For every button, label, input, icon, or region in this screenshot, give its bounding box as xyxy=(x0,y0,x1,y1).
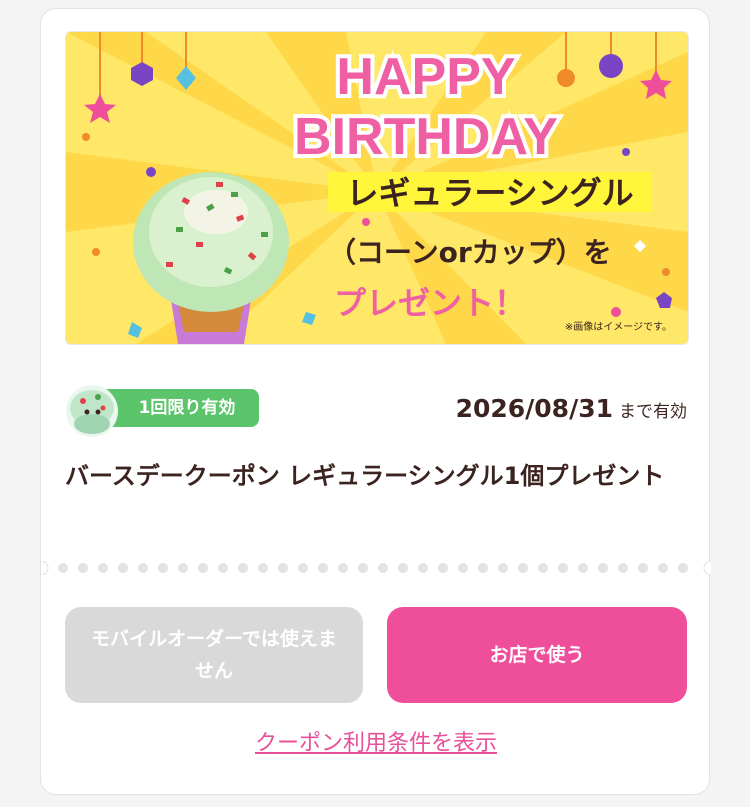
banner-note: ※画像はイメージです。 xyxy=(565,321,672,333)
perforation-dot xyxy=(358,563,368,573)
perforation-dot xyxy=(498,563,508,573)
perforation-divider xyxy=(41,561,711,575)
perforation-dot xyxy=(98,563,108,573)
perforation-dot xyxy=(218,563,228,573)
perforation-dot xyxy=(418,563,428,573)
perforation-dot xyxy=(478,563,488,573)
birthday-banner-image: HAPPY HAPPY BIRTHDAY BIRTHDAY レギュラーシングル … xyxy=(65,31,689,345)
perforation-dot xyxy=(78,563,88,573)
perforation-dot xyxy=(298,563,308,573)
coupon-meta-row: 1回限り有効 2026/08/31 まで有効 xyxy=(65,384,687,438)
perforation-dot xyxy=(318,563,328,573)
one-time-valid-badge: 1回限り有効 xyxy=(101,389,259,427)
banner-line-1: レギュラーシングル xyxy=(346,174,633,212)
perforation-dot xyxy=(398,563,408,573)
perforation-dot xyxy=(178,563,188,573)
expiry-info: 2026/08/31 まで有効 xyxy=(456,394,687,423)
perforation-dot xyxy=(458,563,468,573)
use-in-store-button[interactable]: お店で使う xyxy=(387,607,687,703)
banner-line-2: （コーンorカップ）を xyxy=(328,236,612,269)
mint-mascot-icon xyxy=(66,385,118,437)
perforation-dot xyxy=(678,563,688,573)
banner-headline-1-fill: HAPPY xyxy=(336,48,515,106)
perforation-dot xyxy=(598,563,608,573)
banner-headline-2-fill: BIRTHDAY xyxy=(294,108,558,166)
perforation-dot xyxy=(258,563,268,573)
coupon-title: バースデークーポン レギュラーシングル1個プレゼント xyxy=(65,462,665,490)
perforation-dot xyxy=(158,563,168,573)
banner-line-3: プレゼント！ xyxy=(334,284,526,322)
coupon-card: HAPPY HAPPY BIRTHDAY BIRTHDAY レギュラーシングル … xyxy=(40,8,711,795)
mobile-order-unavailable-button: モバイルオーダーでは使えません xyxy=(65,607,363,703)
perforation-dot xyxy=(438,563,448,573)
expiry-suffix: まで有効 xyxy=(619,402,687,422)
perforation-dot xyxy=(558,563,568,573)
perforation-dot xyxy=(578,563,588,573)
perforation-dot xyxy=(658,563,668,573)
perforation-dot xyxy=(138,563,148,573)
perforation-dot xyxy=(638,563,648,573)
perforation-dot xyxy=(538,563,548,573)
perforation-dot xyxy=(618,563,628,573)
expiry-date: 2026/08/31 xyxy=(455,394,613,423)
coupon-terms-link[interactable]: クーポン利用条件を表示 xyxy=(41,725,711,757)
perforation-dot xyxy=(118,563,128,573)
perforation-dot xyxy=(338,563,348,573)
perforation-dot xyxy=(58,563,68,573)
perforation-dot xyxy=(278,563,288,573)
perforation-dot xyxy=(518,563,528,573)
perforation-dot xyxy=(378,563,388,573)
perforation-dot xyxy=(198,563,208,573)
perforation-dot xyxy=(238,563,248,573)
